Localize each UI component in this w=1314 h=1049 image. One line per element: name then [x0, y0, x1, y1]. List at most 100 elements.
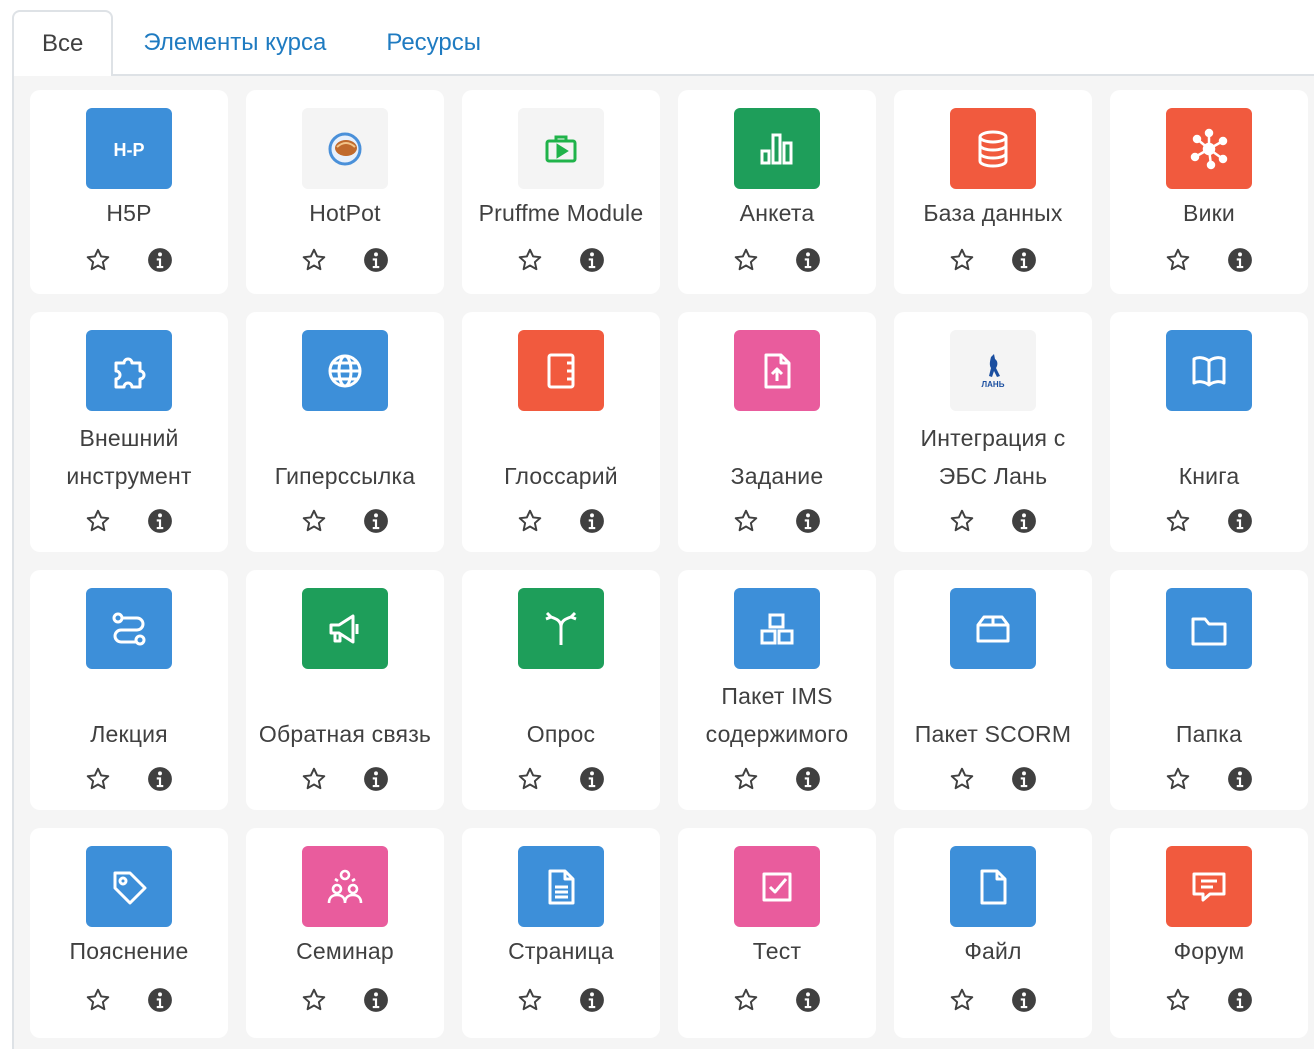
- folder-icon-tile[interactable]: [1166, 588, 1252, 669]
- activity-label[interactable]: HotPot: [246, 194, 444, 232]
- star-icon[interactable]: [949, 766, 975, 792]
- info-icon[interactable]: [147, 508, 173, 534]
- activity-card[interactable]: Тест: [678, 828, 876, 1038]
- star-icon[interactable]: [85, 247, 111, 273]
- activity-card[interactable]: Семинар: [246, 828, 444, 1038]
- info-icon[interactable]: [579, 508, 605, 534]
- network-icon-tile[interactable]: [1166, 108, 1252, 189]
- activity-label[interactable]: Pruffme Module: [462, 194, 660, 232]
- file-upload-icon-tile[interactable]: [734, 330, 820, 411]
- activity-label[interactable]: Интеграция с ЭБС Лань: [894, 419, 1092, 495]
- star-icon[interactable]: [733, 247, 759, 273]
- tab-activities[interactable]: Элементы курса: [113, 10, 356, 76]
- info-icon[interactable]: [1011, 508, 1037, 534]
- info-icon[interactable]: [1011, 766, 1037, 792]
- info-icon[interactable]: [1227, 987, 1253, 1013]
- pruffme-icon-tile[interactable]: [518, 108, 604, 189]
- activity-card[interactable]: ЛАНЬ Интеграция с ЭБС Лань: [894, 312, 1092, 552]
- activity-card[interactable]: Лекция: [30, 570, 228, 810]
- info-icon[interactable]: [1227, 766, 1253, 792]
- activity-card[interactable]: Гиперссылка: [246, 312, 444, 552]
- activity-label[interactable]: Пакет SCORM: [894, 715, 1092, 753]
- activity-card[interactable]: Форум: [1110, 828, 1308, 1038]
- activity-label[interactable]: Глоссарий: [462, 457, 660, 495]
- star-icon[interactable]: [85, 987, 111, 1013]
- tab-resources[interactable]: Ресурсы: [356, 10, 511, 76]
- star-icon[interactable]: [517, 247, 543, 273]
- activity-card[interactable]: База данных: [894, 90, 1092, 294]
- info-icon[interactable]: [795, 247, 821, 273]
- activity-card[interactable]: Пакет SCORM: [894, 570, 1092, 810]
- globe-icon-tile[interactable]: [302, 330, 388, 411]
- star-icon[interactable]: [517, 508, 543, 534]
- star-icon[interactable]: [1165, 766, 1191, 792]
- info-icon[interactable]: [1227, 247, 1253, 273]
- activity-label[interactable]: Анкета: [678, 194, 876, 232]
- star-icon[interactable]: [301, 247, 327, 273]
- package-icon-tile[interactable]: [950, 588, 1036, 669]
- star-icon[interactable]: [1165, 508, 1191, 534]
- h5p-icon-tile[interactable]: H-P: [86, 108, 172, 189]
- chat-icon-tile[interactable]: [1166, 846, 1252, 927]
- database-icon-tile[interactable]: [950, 108, 1036, 189]
- activity-label[interactable]: Внешний инструмент: [30, 419, 228, 495]
- info-icon[interactable]: [363, 987, 389, 1013]
- info-icon[interactable]: [1011, 987, 1037, 1013]
- activity-label[interactable]: Страница: [462, 932, 660, 970]
- tab-all[interactable]: Все: [12, 10, 114, 78]
- info-icon[interactable]: [363, 766, 389, 792]
- info-icon[interactable]: [1011, 247, 1037, 273]
- star-icon[interactable]: [85, 508, 111, 534]
- activity-label[interactable]: Пакет IMS содержимого: [678, 677, 876, 753]
- tag-icon-tile[interactable]: [86, 846, 172, 927]
- activity-card[interactable]: Пояснение: [30, 828, 228, 1038]
- activity-label[interactable]: Семинар: [246, 932, 444, 970]
- star-icon[interactable]: [1165, 987, 1191, 1013]
- document-icon-tile[interactable]: [518, 846, 604, 927]
- info-icon[interactable]: [363, 508, 389, 534]
- star-icon[interactable]: [85, 766, 111, 792]
- activity-card[interactable]: Глоссарий: [462, 312, 660, 552]
- star-icon[interactable]: [1165, 247, 1191, 273]
- info-icon[interactable]: [795, 987, 821, 1013]
- activity-card[interactable]: Файл: [894, 828, 1092, 1038]
- activity-card[interactable]: Пакет IMS содержимого: [678, 570, 876, 810]
- route-icon-tile[interactable]: [86, 588, 172, 669]
- activity-label[interactable]: Книга: [1110, 457, 1308, 495]
- activity-label[interactable]: Гиперссылка: [246, 457, 444, 495]
- activity-label[interactable]: Тест: [678, 932, 876, 970]
- activity-card[interactable]: Обратная связь: [246, 570, 444, 810]
- info-icon[interactable]: [579, 987, 605, 1013]
- info-icon[interactable]: [579, 766, 605, 792]
- activity-label[interactable]: Файл: [894, 932, 1092, 970]
- activity-label[interactable]: Лекция: [30, 715, 228, 753]
- activity-label[interactable]: Вики: [1110, 194, 1308, 232]
- people-icon-tile[interactable]: [302, 846, 388, 927]
- activity-card[interactable]: Задание: [678, 312, 876, 552]
- activity-card[interactable]: Опрос: [462, 570, 660, 810]
- star-icon[interactable]: [517, 766, 543, 792]
- activity-card[interactable]: HotPot: [246, 90, 444, 294]
- star-icon[interactable]: [949, 247, 975, 273]
- activity-label[interactable]: Обратная связь: [246, 715, 444, 753]
- file-icon-tile[interactable]: [950, 846, 1036, 927]
- activity-label[interactable]: Задание: [678, 457, 876, 495]
- puzzle-icon-tile[interactable]: [86, 330, 172, 411]
- book-icon-tile[interactable]: [1166, 330, 1252, 411]
- star-icon[interactable]: [733, 766, 759, 792]
- info-icon[interactable]: [579, 247, 605, 273]
- activity-card[interactable]: Внешний инструмент: [30, 312, 228, 552]
- star-icon[interactable]: [949, 508, 975, 534]
- activity-card[interactable]: Вики: [1110, 90, 1308, 294]
- activity-card[interactable]: Книга: [1110, 312, 1308, 552]
- lan-logo-icon-tile[interactable]: ЛАНЬ: [950, 330, 1036, 411]
- activity-label[interactable]: Папка: [1110, 715, 1308, 753]
- info-icon[interactable]: [147, 987, 173, 1013]
- activity-label[interactable]: H5P: [30, 194, 228, 232]
- checkbox-icon-tile[interactable]: [734, 846, 820, 927]
- hotpot-icon-tile[interactable]: [302, 108, 388, 189]
- activity-card[interactable]: Страница: [462, 828, 660, 1038]
- star-icon[interactable]: [733, 987, 759, 1013]
- activity-label[interactable]: Пояснение: [30, 932, 228, 970]
- star-icon[interactable]: [301, 508, 327, 534]
